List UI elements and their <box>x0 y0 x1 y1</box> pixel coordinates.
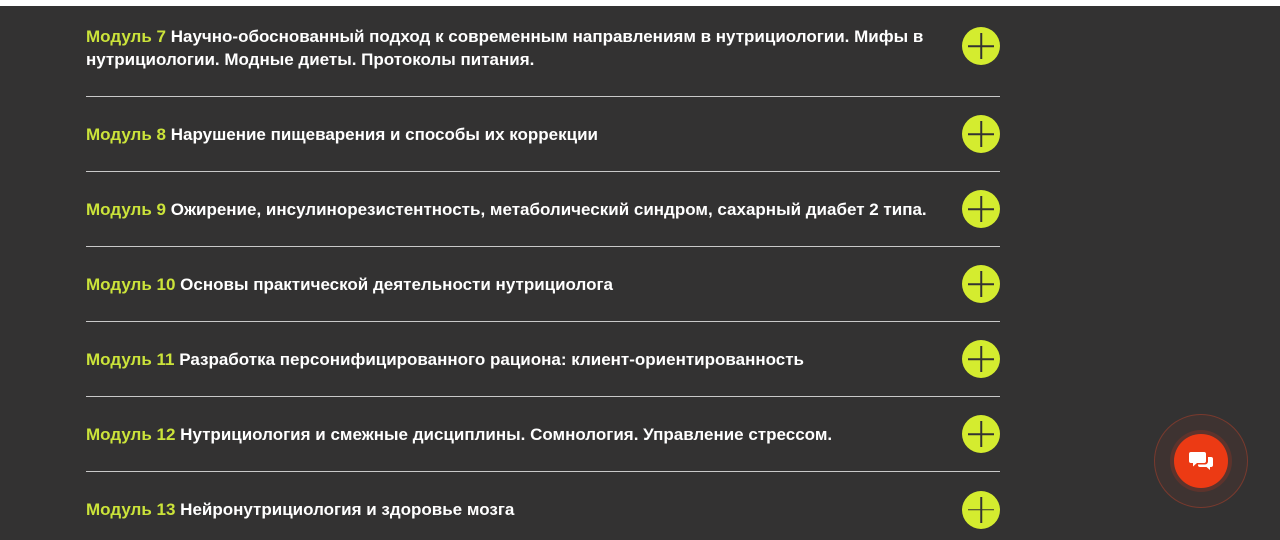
module-name: Ожирение, инсулинорезистентность, метабо… <box>170 199 927 219</box>
module-name: Основы практической деятельности нутрици… <box>180 274 614 294</box>
module-title: Модуль 8 Нарушение пищеварения и способы… <box>86 123 962 146</box>
accordion-item-module-9[interactable]: Модуль 9 Ожирение, инсулинорезистентност… <box>86 172 1000 247</box>
modules-accordion: Модуль 7 Научно-обоснованный подход к со… <box>86 6 1000 540</box>
plus-icon[interactable] <box>962 415 1000 453</box>
module-number: Модуль 11 <box>86 349 175 369</box>
plus-icon[interactable] <box>962 340 1000 378</box>
accordion-item-module-11[interactable]: Модуль 11 Разработка персонифицированног… <box>86 322 1000 397</box>
chat-bubbles-icon <box>1189 452 1213 470</box>
module-number: Модуль 12 <box>86 424 176 444</box>
module-title: Модуль 7 Научно-обоснованный подход к со… <box>86 25 962 71</box>
plus-icon[interactable] <box>962 490 1000 529</box>
accordion-item-module-10[interactable]: Модуль 10 Основы практической деятельнос… <box>86 247 1000 322</box>
module-title: Модуль 9 Ожирение, инсулинорезистентност… <box>86 198 962 221</box>
module-name: Нутрициология и смежные дисциплины. Сомн… <box>180 424 833 444</box>
accordion-item-module-13[interactable]: Модуль 13 Нейронутрициология и здоровье … <box>86 472 1000 540</box>
chat-button[interactable] <box>1174 434 1228 488</box>
module-name: Научно-обоснованный подход к современным… <box>86 27 924 69</box>
module-title: Модуль 10 Основы практической деятельнос… <box>86 273 962 296</box>
module-name: Нарушение пищеварения и способы их корре… <box>170 124 599 144</box>
module-number: Модуль 7 <box>86 27 166 46</box>
accordion-item-module-7[interactable]: Модуль 7 Научно-обоснованный подход к со… <box>86 6 1000 97</box>
module-title: Модуль 11 Разработка персонифицированног… <box>86 348 962 371</box>
plus-icon[interactable] <box>962 265 1000 303</box>
accordion-item-module-8[interactable]: Модуль 8 Нарушение пищеварения и способы… <box>86 97 1000 172</box>
module-number: Модуль 10 <box>86 274 176 294</box>
plus-icon[interactable] <box>962 27 1000 65</box>
module-title: Модуль 12 Нутрициология и смежные дисцип… <box>86 423 962 446</box>
module-number: Модуль 8 <box>86 124 166 144</box>
module-title: Модуль 13 Нейронутрициология и здоровье … <box>86 498 962 521</box>
plus-icon[interactable] <box>962 115 1000 153</box>
chat-widget <box>1154 414 1248 508</box>
module-number: Модуль 13 <box>86 500 176 519</box>
module-name: Разработка персонифицированного рациона:… <box>179 349 805 369</box>
module-name: Нейронутрициология и здоровье мозга <box>180 500 515 519</box>
module-number: Модуль 9 <box>86 199 166 219</box>
accordion-item-module-12[interactable]: Модуль 12 Нутрициология и смежные дисцип… <box>86 397 1000 472</box>
plus-icon[interactable] <box>962 190 1000 228</box>
page-background: Модуль 7 Научно-обоснованный подход к со… <box>0 6 1280 540</box>
